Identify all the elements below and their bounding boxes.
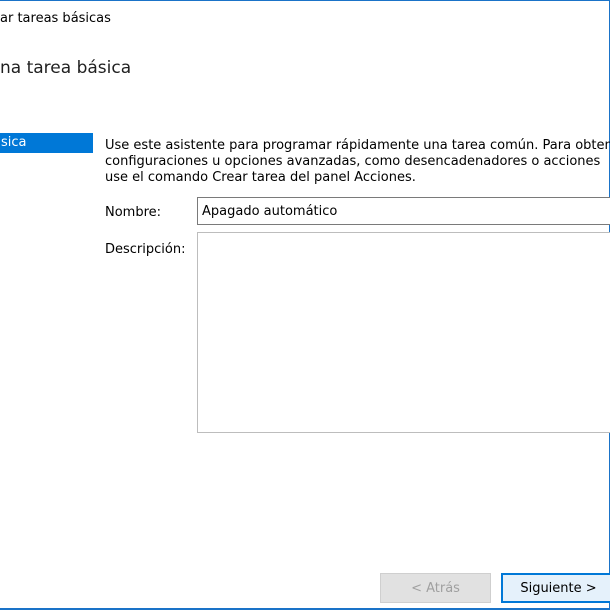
name-input[interactable] [197, 197, 610, 225]
intro-text: Use este asistente para programar rápida… [105, 138, 610, 186]
window-frame-top [0, 0, 610, 1]
page-heading: na tarea básica [0, 58, 132, 78]
name-label: Nombre: [105, 205, 162, 220]
next-button[interactable]: Siguiente > [501, 573, 610, 603]
intro-line: use el comando Crear tarea del panel Acc… [105, 170, 416, 185]
description-textarea[interactable] [197, 232, 610, 433]
description-label: Descripción: [105, 242, 186, 257]
intro-line: Use este asistente para programar rápida… [105, 138, 610, 153]
back-button[interactable]: < Atrás [380, 573, 491, 603]
step-item-create-basic-task[interactable]: sica [0, 133, 93, 153]
wizard-steps-list: sica [0, 133, 93, 153]
intro-line: configuraciones u opciones avanzadas, co… [105, 154, 601, 169]
window-title: ar tareas básicas [0, 11, 111, 26]
